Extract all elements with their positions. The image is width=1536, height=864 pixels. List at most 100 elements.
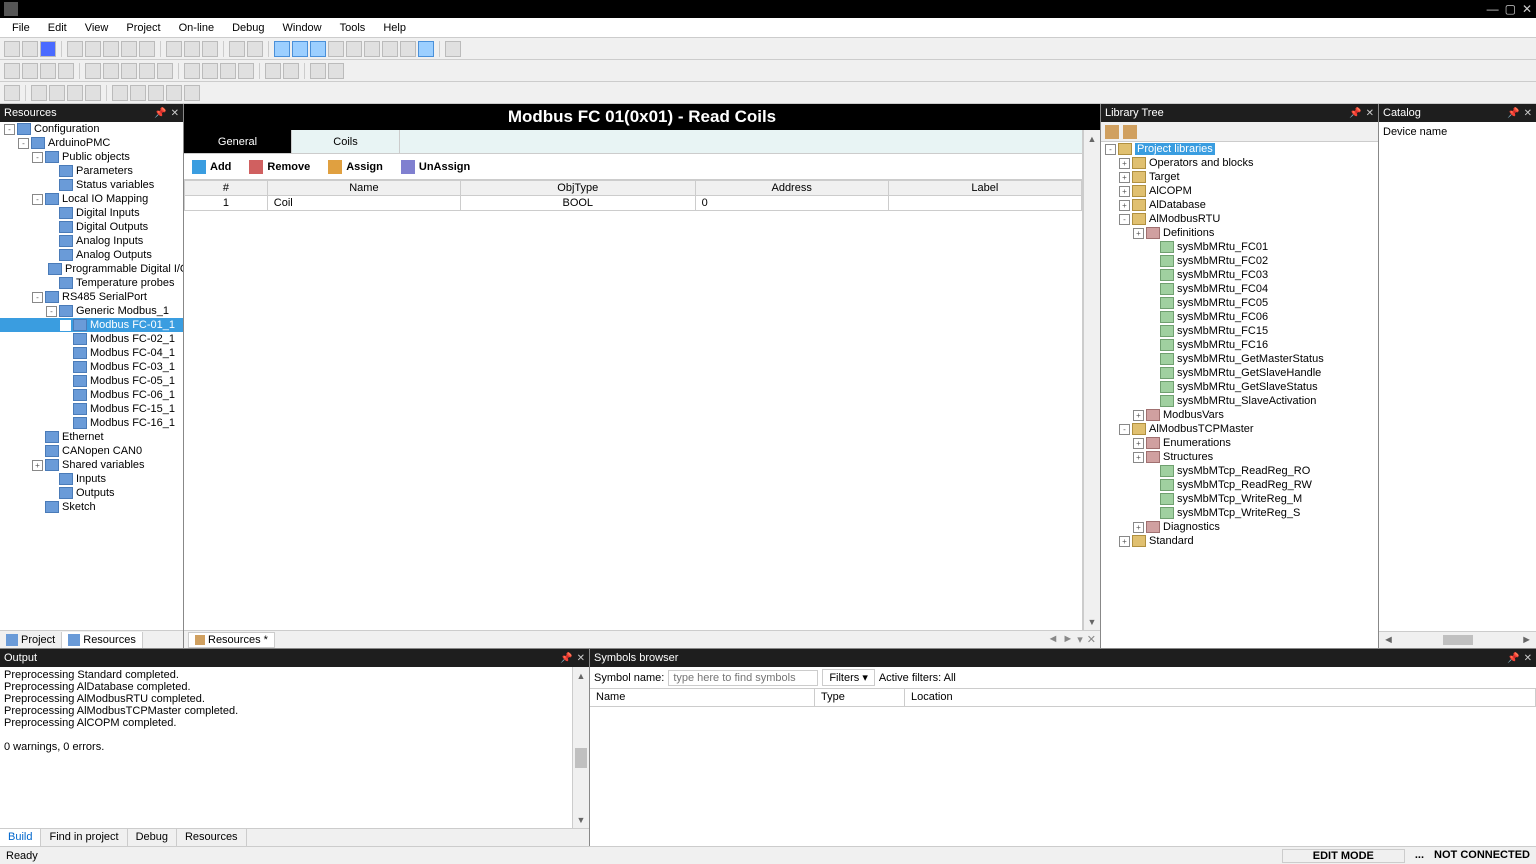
unassign-button[interactable]: UnAssign bbox=[401, 160, 470, 174]
resource-item[interactable]: Analog Outputs bbox=[0, 248, 183, 262]
library-item[interactable]: sysMbMRtu_SlaveActivation bbox=[1101, 394, 1378, 408]
resource-item[interactable]: Ethernet bbox=[0, 430, 183, 444]
resource-item[interactable]: -Configuration bbox=[0, 122, 183, 136]
grid-1[interactable] bbox=[265, 63, 281, 79]
panel-toggle-9[interactable] bbox=[418, 41, 434, 57]
fullscreen-button[interactable] bbox=[445, 41, 461, 57]
panel-toggle-7[interactable] bbox=[382, 41, 398, 57]
watch-1[interactable] bbox=[184, 63, 200, 79]
nav-prev-icon[interactable]: ◄ bbox=[1047, 633, 1058, 646]
library-item[interactable]: sysMbMRtu_FC06 bbox=[1101, 310, 1378, 324]
nav-next-icon[interactable]: ► bbox=[1062, 633, 1073, 646]
output-scrollbar[interactable]: ▲▼ bbox=[572, 667, 589, 828]
coils-grid[interactable]: # Name ObjType Address Label 1CoilBOOL0 bbox=[184, 180, 1082, 211]
pin-icon[interactable]: 📌 bbox=[1507, 108, 1519, 119]
library-item[interactable]: +Standard bbox=[1101, 534, 1378, 548]
tree-toggle-icon[interactable]: - bbox=[32, 194, 43, 205]
library-item[interactable]: sysMbMTcp_ReadReg_RW bbox=[1101, 478, 1378, 492]
library-item[interactable]: +AlCOPM bbox=[1101, 184, 1378, 198]
compile-button[interactable] bbox=[4, 63, 20, 79]
tree-toggle-icon[interactable]: + bbox=[1133, 410, 1144, 421]
copy-button[interactable] bbox=[121, 41, 137, 57]
tree-toggle-icon[interactable]: + bbox=[1119, 172, 1130, 183]
tree-toggle-icon[interactable]: - bbox=[1119, 214, 1130, 225]
connect-button[interactable] bbox=[58, 63, 74, 79]
resource-item[interactable]: Parameters bbox=[0, 164, 183, 178]
grid-2[interactable] bbox=[283, 63, 299, 79]
library-item[interactable]: +Target bbox=[1101, 170, 1378, 184]
panel-toggle-8[interactable] bbox=[400, 41, 416, 57]
pin-icon[interactable]: 📌 bbox=[1507, 653, 1519, 664]
symbol-search-input[interactable] bbox=[668, 670, 818, 686]
doc-scrollbar[interactable]: ▲▼ bbox=[1083, 130, 1100, 630]
pin-icon[interactable]: 📌 bbox=[1349, 108, 1361, 119]
plc-3[interactable] bbox=[49, 85, 65, 101]
resources-tree[interactable]: -Configuration-ArduinoPMC-Public objects… bbox=[0, 122, 183, 630]
resource-item[interactable]: Inputs bbox=[0, 472, 183, 486]
tab-resources[interactable]: Resources bbox=[177, 829, 247, 846]
resource-item[interactable]: Digital Inputs bbox=[0, 206, 183, 220]
resource-item[interactable]: Analog Inputs bbox=[0, 234, 183, 248]
library-item[interactable]: +Structures bbox=[1101, 450, 1378, 464]
tree-toggle-icon[interactable]: - bbox=[18, 138, 29, 149]
debug-1[interactable] bbox=[85, 63, 101, 79]
tab-build[interactable]: Build bbox=[0, 829, 41, 846]
lib-view-2[interactable] bbox=[1123, 125, 1137, 139]
maximize-button[interactable]: ▢ bbox=[1505, 2, 1516, 16]
lib-view-1[interactable] bbox=[1105, 125, 1119, 139]
plc-9[interactable] bbox=[166, 85, 182, 101]
menu-online[interactable]: On-line bbox=[171, 20, 222, 36]
library-item[interactable]: sysMbMRtu_FC15 bbox=[1101, 324, 1378, 338]
library-item[interactable]: sysMbMTcp_WriteReg_S bbox=[1101, 506, 1378, 520]
plc-7[interactable] bbox=[130, 85, 146, 101]
resource-item[interactable]: Digital Outputs bbox=[0, 220, 183, 234]
library-item[interactable]: +Diagnostics bbox=[1101, 520, 1378, 534]
tab-general[interactable]: General bbox=[184, 130, 292, 153]
tree-toggle-icon[interactable]: + bbox=[1119, 200, 1130, 211]
download-button[interactable] bbox=[40, 63, 56, 79]
panel-toggle-3[interactable] bbox=[310, 41, 326, 57]
close-button[interactable]: ✕ bbox=[1522, 2, 1532, 16]
tree-toggle-icon[interactable]: + bbox=[1133, 228, 1144, 239]
tree-toggle-icon[interactable]: - bbox=[32, 292, 43, 303]
tree-toggle-icon[interactable]: - bbox=[1119, 424, 1130, 435]
resource-item[interactable]: Modbus FC-16_1 bbox=[0, 416, 183, 430]
resource-item[interactable]: Modbus FC-15_1 bbox=[0, 402, 183, 416]
dropdown-icon[interactable]: ▾ bbox=[1077, 633, 1083, 646]
library-item[interactable]: sysMbMRtu_GetSlaveHandle bbox=[1101, 366, 1378, 380]
resource-item[interactable]: Modbus FC-03_1 bbox=[0, 360, 183, 374]
debug-3[interactable] bbox=[121, 63, 137, 79]
plc-10[interactable] bbox=[184, 85, 200, 101]
resource-item[interactable]: -RS485 SerialPort bbox=[0, 290, 183, 304]
panel-toggle-4[interactable] bbox=[328, 41, 344, 57]
resource-item[interactable]: Status variables bbox=[0, 178, 183, 192]
plc-1[interactable] bbox=[4, 85, 20, 101]
tree-toggle-icon[interactable]: + bbox=[32, 460, 43, 471]
debug-4[interactable] bbox=[139, 63, 155, 79]
library-item[interactable]: +Operators and blocks bbox=[1101, 156, 1378, 170]
tab-find[interactable]: Find in project bbox=[41, 829, 127, 846]
watch-4[interactable] bbox=[238, 63, 254, 79]
find-next-button[interactable] bbox=[184, 41, 200, 57]
cut-button[interactable] bbox=[103, 41, 119, 57]
undo-button[interactable] bbox=[67, 41, 83, 57]
library-item[interactable]: sysMbMRtu_FC04 bbox=[1101, 282, 1378, 296]
resource-item[interactable]: -ArduinoPMC bbox=[0, 136, 183, 150]
assign-button[interactable]: Assign bbox=[328, 160, 383, 174]
resource-item[interactable]: CANopen CAN0 bbox=[0, 444, 183, 458]
tree-toggle-icon[interactable]: - bbox=[4, 124, 15, 135]
menu-tools[interactable]: Tools bbox=[332, 20, 374, 36]
panel-toggle-5[interactable] bbox=[346, 41, 362, 57]
library-item[interactable]: sysMbMTcp_ReadReg_RO bbox=[1101, 464, 1378, 478]
resource-item[interactable]: Temperature probes bbox=[0, 276, 183, 290]
new-button[interactable] bbox=[4, 41, 20, 57]
resource-item[interactable]: Sketch bbox=[0, 500, 183, 514]
resource-item[interactable]: Modbus FC-05_1 bbox=[0, 374, 183, 388]
tree-toggle-icon[interactable]: - bbox=[46, 306, 57, 317]
stop-record-button[interactable] bbox=[328, 63, 344, 79]
watch-2[interactable] bbox=[202, 63, 218, 79]
tree-toggle-icon[interactable]: + bbox=[1133, 452, 1144, 463]
resource-item[interactable]: Modbus FC-04_1 bbox=[0, 346, 183, 360]
resource-item[interactable]: Outputs bbox=[0, 486, 183, 500]
library-item[interactable]: +ModbusVars bbox=[1101, 408, 1378, 422]
